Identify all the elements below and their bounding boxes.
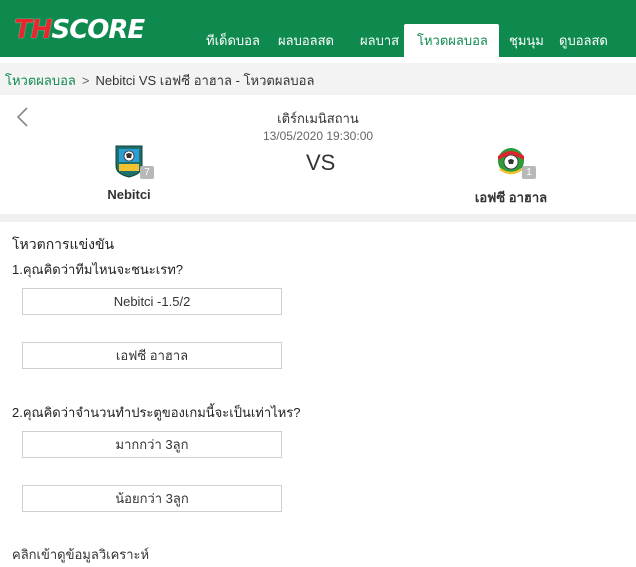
breadcrumb-separator: > — [81, 73, 90, 88]
nav-item-live-tv[interactable]: ดูบอลสด — [547, 24, 627, 57]
main-nav: ทีเด็ดบอล ผลบอลสด ผลบาส โหวตผลบอล ชุมนุม… — [196, 24, 627, 57]
section-divider — [0, 214, 636, 222]
vote-option-away-handicap[interactable]: เอฟซี อาฮาล — [22, 342, 282, 369]
nav-item-tips[interactable]: ทีเด็ดบอล — [196, 24, 268, 57]
home-rank-badge: 7 — [140, 166, 154, 179]
away-team[interactable]: 1 เอฟซี อาฮาล — [451, 144, 571, 208]
analysis-link[interactable]: คลิกเข้าดูข้อมูลวิเคราะห์ — [12, 544, 149, 565]
top-header: TH SCORE ทีเด็ดบอล ผลบอลสด ผลบาส โหวตผลบอ… — [0, 0, 636, 57]
vs-label: VS — [306, 150, 336, 175]
nav-item-basketball[interactable]: ผลบาส — [350, 24, 404, 57]
breadcrumb-current: Nebitci VS เอฟซี อาฮาล - โหวตผลบอล — [95, 73, 315, 88]
breadcrumb-home-link[interactable]: โหวตผลบอล — [5, 73, 76, 88]
league-name: เติร์กเมนิสถาน — [277, 111, 359, 126]
question-1: 1.คุณคิดว่าทีมไหนจะชนะเรท? — [12, 262, 183, 277]
away-rank-badge: 1 — [522, 166, 536, 179]
match-datetime: 13/05/2020 19:30:00 — [262, 129, 374, 143]
match-card: เติร์กเมนิสถาน 13/05/2020 19:30:00 7 Neb… — [0, 96, 636, 214]
nav-item-vote[interactable]: โหวตผลบอล — [404, 24, 499, 57]
home-team[interactable]: 7 Nebitci — [69, 144, 189, 202]
vote-option-home-handicap[interactable]: Nebitci -1.5/2 — [22, 288, 282, 315]
nav-item-livescore[interactable]: ผลบอลสด — [268, 24, 350, 57]
breadcrumb: โหวตผลบอล > Nebitci VS เอฟซี อาฮาล - โหวตผ… — [0, 63, 636, 95]
vote-section-title: โหวตการแข่งขัน — [12, 236, 115, 252]
home-team-name: Nebitci — [107, 187, 151, 202]
vote-option-under[interactable]: น้อยกว่า 3ลูก — [22, 485, 282, 512]
thscore-logo[interactable]: TH SCORE — [14, 15, 146, 45]
away-team-name: เอฟซี อาฮาล — [474, 190, 548, 205]
logo-score-text: SCORE — [51, 15, 146, 45]
question-2: 2.คุณคิดว่าจำนวนทำประตูของเกมนี้จะเป็นเท… — [12, 405, 301, 420]
logo-th-text: TH — [14, 15, 52, 45]
nav-item-community[interactable]: ชุมนุม — [499, 24, 547, 57]
vote-option-over[interactable]: มากกว่า 3ลูก — [22, 431, 282, 458]
